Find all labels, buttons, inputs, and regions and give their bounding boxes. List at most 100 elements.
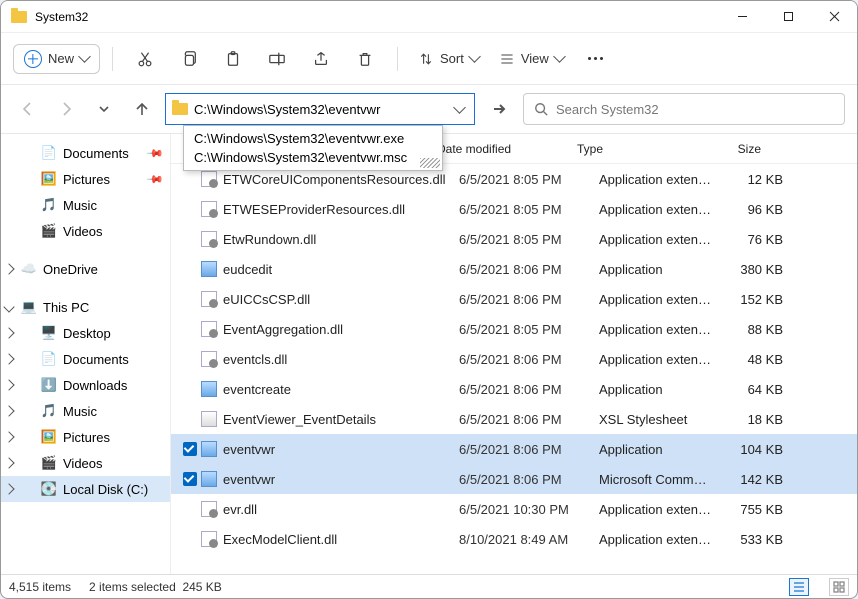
go-button[interactable]	[483, 93, 515, 125]
file-icon	[201, 321, 217, 337]
maximize-button[interactable]	[765, 1, 811, 33]
chevron-right-icon[interactable]	[3, 457, 14, 468]
item-icon: 🎵	[41, 403, 57, 419]
sidebar-item[interactable]: 🖼️Pictures📌	[1, 166, 170, 192]
recent-locations-button[interactable]	[89, 94, 119, 124]
file-type: Application exten…	[591, 172, 721, 187]
copy-button[interactable]	[169, 40, 209, 78]
file-row[interactable]: EtwRundown.dll 6/5/2021 8:05 PM Applicat…	[171, 224, 857, 254]
new-button[interactable]: New	[13, 44, 100, 74]
pin-icon: 📌	[146, 144, 165, 163]
window-title: System32	[35, 10, 88, 24]
file-row[interactable]: eventvwr 6/5/2021 8:06 PM Microsoft Comm…	[171, 464, 857, 494]
sidebar-item[interactable]: 🎵Music	[1, 192, 170, 218]
chevron-down-icon[interactable]	[453, 101, 466, 114]
address-input[interactable]	[194, 102, 449, 117]
share-button[interactable]	[301, 40, 341, 78]
checkbox[interactable]	[183, 442, 197, 456]
sidebar-item[interactable]: 🎬Videos	[1, 450, 170, 476]
sidebar-item-onedrive[interactable]: ☁️ OneDrive	[1, 256, 170, 282]
up-button[interactable]	[127, 94, 157, 124]
chevron-right-icon[interactable]	[3, 405, 14, 416]
item-icon: 🎬	[41, 223, 57, 239]
file-row[interactable]: evr.dll 6/5/2021 10:30 PM Application ex…	[171, 494, 857, 524]
file-date: 6/5/2021 8:06 PM	[451, 472, 591, 487]
search-placeholder: Search System32	[556, 102, 659, 117]
chevron-right-icon[interactable]	[3, 431, 14, 442]
address-suggestion[interactable]: C:\Windows\System32\eventvwr.msc	[184, 148, 442, 167]
address-bar[interactable]	[165, 93, 475, 125]
file-name: eventcreate	[223, 382, 451, 397]
sidebar-item[interactable]: ⬇️Downloads	[1, 372, 170, 398]
file-row[interactable]: eventcreate 6/5/2021 8:06 PM Application…	[171, 374, 857, 404]
sidebar-item[interactable]: 🖥️Desktop	[1, 320, 170, 346]
details-view-button[interactable]	[789, 578, 809, 596]
file-name: ExecModelClient.dll	[223, 532, 451, 547]
address-suggestion[interactable]: C:\Windows\System32\eventvwr.exe	[184, 129, 442, 148]
file-row[interactable]: EventAggregation.dll 6/5/2021 8:05 PM Ap…	[171, 314, 857, 344]
file-list[interactable]: ETWCoreUIComponentsResources.dll 6/5/202…	[171, 164, 857, 574]
status-selected: 2 items selected	[89, 580, 176, 594]
file-icon	[201, 531, 217, 547]
chevron-right-icon[interactable]	[3, 263, 14, 274]
file-date: 6/5/2021 8:05 PM	[451, 172, 591, 187]
file-name: eventcls.dll	[223, 352, 451, 367]
navigation-pane[interactable]: 📄Documents📌🖼️Pictures📌🎵Music🎬Videos ☁️ O…	[1, 134, 171, 574]
file-row[interactable]: ETWESEProviderResources.dll 6/5/2021 8:0…	[171, 194, 857, 224]
file-icon	[201, 171, 217, 187]
file-date: 6/5/2021 8:05 PM	[451, 202, 591, 217]
address-suggestions: C:\Windows\System32\eventvwr.exe C:\Wind…	[183, 125, 443, 171]
file-size: 12 KB	[721, 172, 791, 187]
chevron-down-icon[interactable]	[3, 301, 14, 312]
forward-button[interactable]	[51, 94, 81, 124]
file-row[interactable]: eudcedit 6/5/2021 8:06 PM Application 38…	[171, 254, 857, 284]
file-name: EventViewer_EventDetails	[223, 412, 451, 427]
file-date: 6/5/2021 8:06 PM	[451, 442, 591, 457]
more-button[interactable]	[576, 40, 616, 78]
file-row[interactable]: eventvwr 6/5/2021 8:06 PM Application 10…	[171, 434, 857, 464]
sidebar-item[interactable]: 🖼️Pictures	[1, 424, 170, 450]
sidebar-item[interactable]: 💽Local Disk (C:)	[1, 476, 170, 502]
sort-button[interactable]: Sort	[410, 46, 487, 72]
resize-grip-icon[interactable]	[420, 158, 440, 168]
chevron-right-icon[interactable]	[3, 379, 14, 390]
status-total: 4,515 items	[9, 580, 71, 594]
folder-icon	[172, 103, 188, 115]
sidebar-item-thispc[interactable]: 💻 This PC	[1, 294, 170, 320]
file-row[interactable]: eventcls.dll 6/5/2021 8:06 PM Applicatio…	[171, 344, 857, 374]
column-type[interactable]: Type	[569, 142, 699, 156]
cut-button[interactable]	[125, 40, 165, 78]
file-icon	[201, 351, 217, 367]
thumbnails-view-button[interactable]	[829, 578, 849, 596]
chevron-right-icon[interactable]	[3, 353, 14, 364]
file-icon	[201, 261, 217, 277]
file-row[interactable]: eUICCsCSP.dll 6/5/2021 8:06 PM Applicati…	[171, 284, 857, 314]
sidebar-item[interactable]: 📄Documents	[1, 346, 170, 372]
minimize-button[interactable]	[719, 1, 765, 33]
status-selsize: 245 KB	[182, 580, 221, 594]
paste-button[interactable]	[213, 40, 253, 78]
close-button[interactable]	[811, 1, 857, 33]
file-name: eventvwr	[223, 442, 451, 457]
back-button[interactable]	[13, 94, 43, 124]
rename-button[interactable]	[257, 40, 297, 78]
sidebar-item[interactable]: 📄Documents📌	[1, 140, 170, 166]
file-row[interactable]: ExecModelClient.dll 8/10/2021 8:49 AM Ap…	[171, 524, 857, 554]
toolbar: New Sort View	[1, 33, 857, 85]
search-box[interactable]: Search System32	[523, 93, 845, 125]
file-size: 18 KB	[721, 412, 791, 427]
file-row[interactable]: EventViewer_EventDetails 6/5/2021 8:06 P…	[171, 404, 857, 434]
column-date[interactable]: Date modified	[429, 142, 569, 156]
file-size: 533 KB	[721, 532, 791, 547]
delete-button[interactable]	[345, 40, 385, 78]
chevron-right-icon[interactable]	[3, 327, 14, 338]
sidebar-item[interactable]: 🎬Videos	[1, 218, 170, 244]
column-size[interactable]: Size	[699, 142, 769, 156]
chevron-right-icon[interactable]	[3, 483, 14, 494]
sidebar-item[interactable]: 🎵Music	[1, 398, 170, 424]
checkbox[interactable]	[183, 472, 197, 486]
view-button[interactable]: View	[491, 46, 572, 72]
item-icon: 🖥️	[41, 325, 57, 341]
file-name: EtwRundown.dll	[223, 232, 451, 247]
status-bar: 4,515 items 2 items selected 245 KB	[1, 574, 857, 598]
